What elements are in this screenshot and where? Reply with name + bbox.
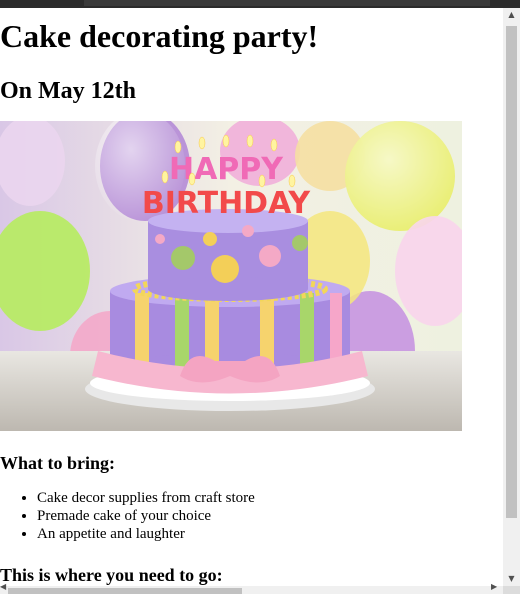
bring-list-item: An appetite and laughter	[37, 525, 497, 543]
arrow-up-icon[interactable]: ▲	[503, 8, 520, 22]
event-date: On May 12th	[0, 78, 137, 104]
page-title: Cake decorating party!	[0, 18, 319, 54]
vertical-scrollbar[interactable]: ▲ ▼	[503, 8, 520, 586]
bring-list-item: Cake decor supplies from craft store	[37, 489, 497, 507]
scrollbar-corner	[503, 586, 520, 594]
arrow-down-icon[interactable]: ▼	[503, 572, 520, 586]
horizontal-scrollbar[interactable]: ◀ ▶	[0, 583, 503, 594]
top-bar-highlight	[84, 0, 490, 6]
cake-illustration: HAPPY BIRTHDAY	[0, 121, 462, 431]
vertical-scroll-thumb[interactable]	[506, 26, 517, 518]
horizontal-scroll-thumb[interactable]	[8, 588, 242, 594]
what-to-bring-heading: What to bring:	[0, 453, 116, 473]
cake-topper-happy: HAPPY	[169, 152, 284, 187]
arrow-right-icon[interactable]: ▶	[491, 583, 501, 591]
cake-photo: HAPPY BIRTHDAY	[0, 121, 462, 431]
location-heading: This is where you need to go:	[0, 565, 223, 585]
bring-list: Cake decor supplies from craft store Pre…	[0, 489, 497, 543]
page-viewport: Cake decorating party! On May 12th HAPPY…	[0, 8, 503, 586]
browser-top-bar	[0, 0, 520, 8]
cake-topper-birthday: BIRTHDAY	[142, 186, 312, 221]
bring-list-item: Premade cake of your choice	[37, 507, 497, 525]
